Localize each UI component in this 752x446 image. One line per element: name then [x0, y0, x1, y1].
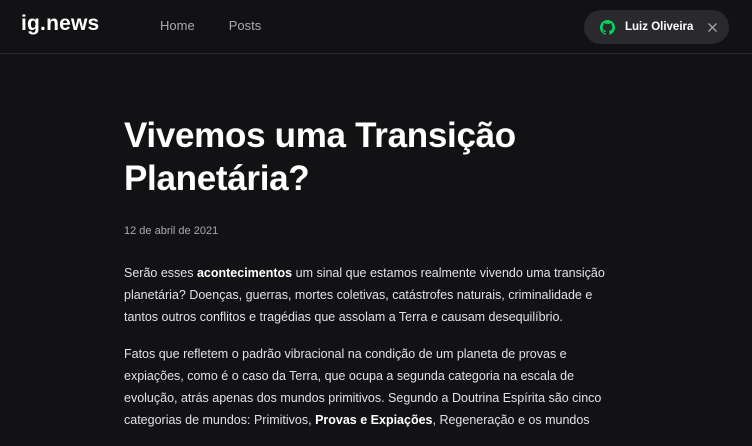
logo[interactable]: ig.news [21, 12, 99, 36]
nav-posts[interactable]: Posts [229, 18, 262, 34]
post-paragraph: Serão esses acontecimentos um sinal que … [124, 262, 624, 328]
post-content: Serão esses acontecimentos um sinal que … [124, 262, 624, 431]
nav-home[interactable]: Home [160, 18, 195, 34]
bold-text: acontecimentos [196, 266, 293, 280]
header: ig.news Home Posts Luiz Oliveira [0, 0, 752, 54]
user-signout-button[interactable]: Luiz Oliveira [584, 10, 729, 44]
user-name: Luiz Oliveira [625, 21, 694, 33]
bold-text: Provas e Expiações [315, 413, 433, 427]
paragraph-text: , Regeneração e os mundos [432, 413, 590, 427]
post-article: Vivemos uma Transição Planetária? 12 de … [124, 114, 624, 446]
post-title: Vivemos uma Transição Planetária? [124, 116, 516, 198]
post-paragraph: Fatos que refletem o padrão vibracional … [124, 343, 624, 431]
main-nav: Home Posts [160, 18, 261, 34]
github-icon [600, 19, 615, 35]
paragraph-text: Serão esses [124, 266, 197, 280]
close-icon[interactable] [707, 22, 718, 33]
post-date: 12 de abril de 2021 [124, 225, 219, 237]
